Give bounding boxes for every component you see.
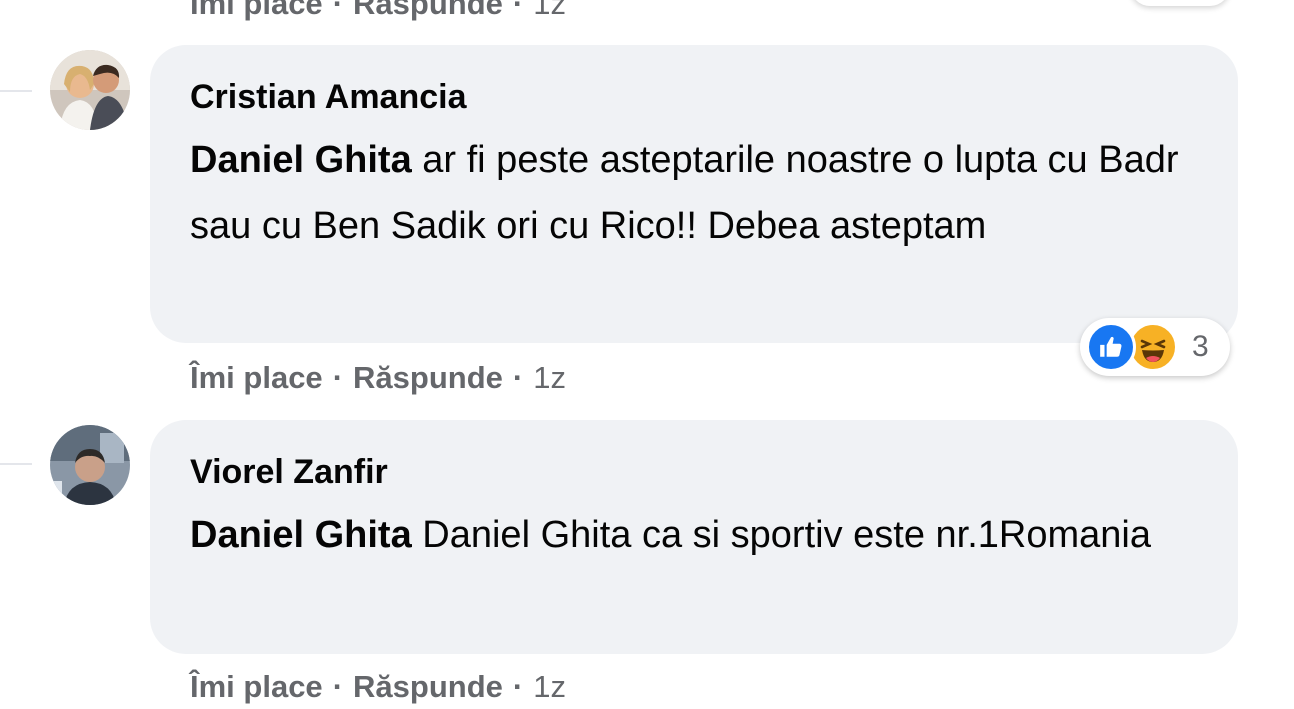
profile-photo [50,425,130,505]
mention-link[interactable]: Daniel Ghita [190,139,412,181]
reaction-summary-partial[interactable] [1130,0,1230,6]
comment-author[interactable]: Viorel Zanfir [190,452,388,492]
profile-photo [50,50,130,130]
comment-actions: Îmi place · Răspunde · 1z [190,356,566,400]
avatar[interactable] [50,50,130,130]
comment-text: Daniel Ghita Daniel Ghita ca si sportiv … [190,502,1198,568]
timestamp[interactable]: 1z [533,0,566,22]
comment-bubble: Cristian Amancia Daniel Ghita ar fi pest… [150,45,1238,343]
separator: · [512,360,524,395]
thread-line [0,90,32,92]
comment-text: Daniel Ghita ar fi peste asteptarile noa… [190,127,1198,259]
like-link[interactable]: Îmi place [190,0,323,22]
like-link[interactable]: Îmi place [190,360,323,396]
reaction-summary[interactable]: 3 [1080,318,1230,376]
reply-link[interactable]: Răspunde [353,360,503,396]
reaction-count: 3 [1192,330,1209,363]
like-icon [1086,322,1136,372]
comment-message: Daniel Ghita ca si sportiv este nr.1Roma… [422,514,1151,556]
mention-link[interactable]: Daniel Ghita [190,514,412,556]
separator: · [332,0,344,21]
thread-line [0,463,32,465]
timestamp[interactable]: 1z [533,360,566,396]
comment-actions: Îmi place · Răspunde · 1z [190,0,566,26]
comment-author[interactable]: Cristian Amancia [190,77,467,117]
separator: · [332,360,344,395]
avatar[interactable] [50,425,130,505]
separator: · [512,0,524,21]
comment-bubble: Viorel Zanfir Daniel Ghita Daniel Ghita … [150,420,1238,654]
comment-actions: Îmi place · Răspunde · 1z [190,665,566,709]
reply-link[interactable]: Răspunde [353,0,503,22]
